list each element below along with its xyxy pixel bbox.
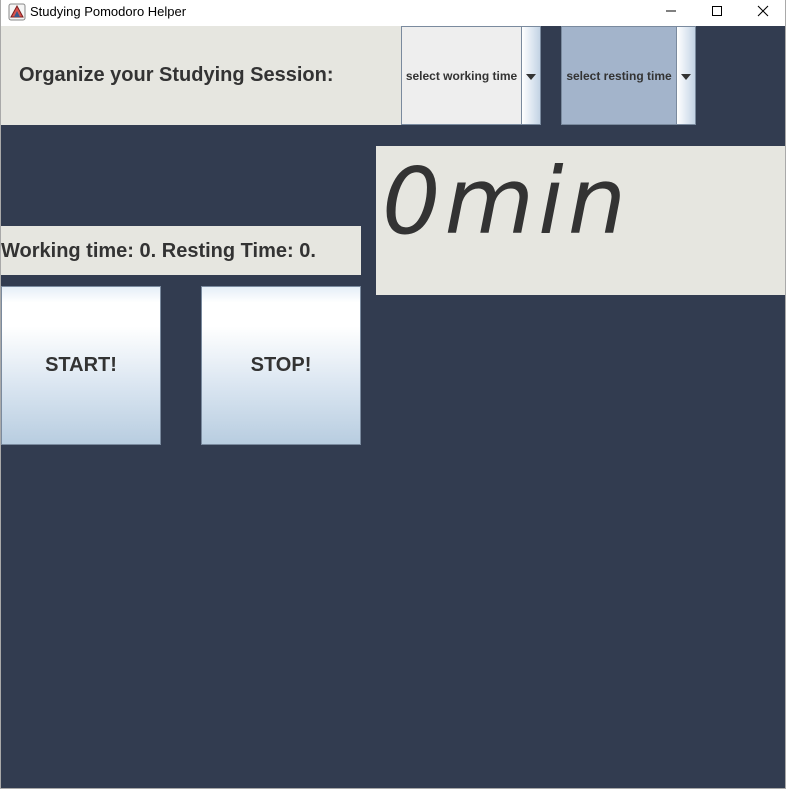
minimize-icon xyxy=(665,4,677,22)
resting-time-select-value[interactable]: select resting time xyxy=(562,27,676,124)
chevron-down-icon xyxy=(526,67,536,85)
maximize-button[interactable] xyxy=(694,0,740,26)
working-time-dropdown-button[interactable] xyxy=(521,27,540,124)
window-title: Studying Pomodoro Helper xyxy=(30,4,187,19)
resting-time-dropdown-button[interactable] xyxy=(676,27,695,124)
maximize-icon xyxy=(711,4,723,22)
working-time-select[interactable]: select working time xyxy=(401,26,541,125)
close-icon xyxy=(757,4,769,22)
start-button[interactable]: START! xyxy=(1,286,161,445)
timer-panel: 0min xyxy=(376,146,785,295)
working-time-select-value[interactable]: select working time xyxy=(402,27,521,124)
header-label: Organize your Studying Session: xyxy=(19,64,334,86)
minimize-button[interactable] xyxy=(648,0,694,26)
content-pane: Organize your Studying Session: select w… xyxy=(1,26,785,788)
java-app-icon xyxy=(8,3,26,21)
stop-button[interactable]: STOP! xyxy=(201,286,361,445)
close-button[interactable] xyxy=(740,0,786,26)
header-panel: Organize your Studying Session: xyxy=(1,26,401,125)
status-text: Working time: 0. Resting Time: 0. xyxy=(1,240,316,262)
resting-time-select[interactable]: select resting time xyxy=(561,26,696,125)
timer-display: 0min xyxy=(382,148,631,255)
status-panel: Working time: 0. Resting Time: 0. xyxy=(1,226,361,275)
chevron-down-icon xyxy=(681,67,691,85)
title-bar: Studying Pomodoro Helper xyxy=(0,0,786,26)
